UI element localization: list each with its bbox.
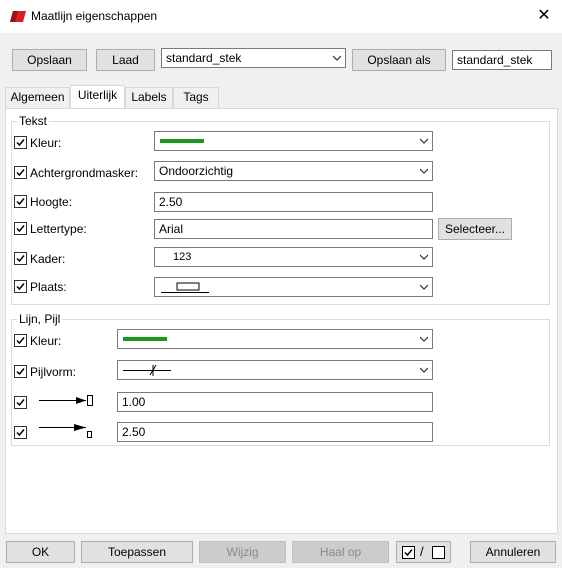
tick-arrow-icon bbox=[123, 364, 171, 376]
text-group-title: Tekst bbox=[17, 114, 50, 128]
change-button[interactable]: Wijzig bbox=[199, 541, 286, 563]
bgmask-label: Achtergrondmasker: bbox=[30, 166, 139, 180]
text-color-checkbox[interactable] bbox=[14, 136, 27, 149]
line-group-title: Lijn, Pijl bbox=[17, 312, 63, 326]
arrow-shape-checkbox[interactable] bbox=[14, 365, 27, 378]
font-label: Lettertype: bbox=[30, 222, 87, 236]
line-color-swatch bbox=[123, 337, 167, 341]
line-color-select[interactable] bbox=[117, 329, 433, 349]
line-color-checkbox[interactable] bbox=[14, 334, 27, 347]
arrow-size2-input[interactable]: 2.50 bbox=[117, 422, 433, 442]
chevron-down-icon bbox=[420, 168, 428, 174]
chevron-down-icon bbox=[420, 336, 428, 342]
check-icon bbox=[16, 225, 25, 233]
arrow-size1-checkbox[interactable] bbox=[14, 396, 27, 409]
arrow-shape-select[interactable] bbox=[117, 360, 433, 380]
frame-checkbox[interactable] bbox=[14, 252, 27, 265]
check-icon bbox=[16, 169, 25, 177]
save-as-input[interactable]: standard_stek bbox=[452, 50, 552, 70]
check-icon bbox=[16, 399, 25, 407]
text-color-label: Kleur: bbox=[30, 136, 62, 150]
check-icon bbox=[16, 337, 25, 345]
fetch-button[interactable]: Haal op bbox=[292, 541, 389, 563]
unchecked-box-icon bbox=[432, 546, 445, 559]
height-label: Hoogte: bbox=[30, 195, 73, 209]
check-icon bbox=[16, 368, 25, 376]
font-input[interactable]: Arial bbox=[154, 219, 433, 239]
check-icon bbox=[16, 255, 25, 263]
window-title: Maatlijn eigenschappen bbox=[31, 9, 158, 23]
text-color-select[interactable] bbox=[154, 131, 433, 151]
arrow-size2-checkbox[interactable] bbox=[14, 426, 27, 439]
check-icon bbox=[16, 283, 25, 291]
bgmask-checkbox[interactable] bbox=[14, 166, 27, 179]
text-color-swatch bbox=[160, 139, 204, 143]
arrow-length-icon bbox=[39, 395, 93, 406]
apply-button[interactable]: Toepassen bbox=[81, 541, 193, 563]
check-all-toggle-button[interactable]: / bbox=[396, 541, 451, 563]
font-checkbox[interactable] bbox=[14, 222, 27, 235]
place-select[interactable] bbox=[154, 277, 433, 297]
frame-select-value: 123 bbox=[173, 251, 192, 263]
bgmask-select[interactable]: Ondoorzichtig bbox=[154, 161, 433, 181]
app-icon bbox=[10, 10, 27, 23]
close-icon[interactable]: ✕ bbox=[534, 6, 554, 26]
chevron-down-icon bbox=[420, 367, 428, 373]
arrow-shape-label: Pijlvorm: bbox=[30, 365, 77, 379]
load-button[interactable]: Laad bbox=[96, 49, 155, 71]
bgmask-select-value: Ondoorzichtig bbox=[159, 164, 234, 178]
cancel-button[interactable]: Annuleren bbox=[470, 541, 556, 563]
arrow-size1-input[interactable]: 1.00 bbox=[117, 392, 433, 412]
place-label: Plaats: bbox=[30, 280, 67, 294]
text-above-line-icon bbox=[161, 282, 209, 293]
check-icon bbox=[16, 139, 25, 147]
save-button[interactable]: Opslaan bbox=[12, 49, 87, 71]
tab-tags[interactable]: Tags bbox=[173, 87, 219, 108]
height-checkbox[interactable] bbox=[14, 195, 27, 208]
toggle-separator: / bbox=[420, 544, 424, 559]
chevron-down-icon bbox=[420, 138, 428, 144]
frame-select[interactable]: 123 bbox=[154, 247, 433, 267]
chevron-down-icon bbox=[420, 254, 428, 260]
arrow-width-icon bbox=[39, 424, 92, 438]
check-icon bbox=[16, 198, 25, 206]
font-select-button[interactable]: Selecteer... bbox=[438, 218, 512, 240]
checked-box-icon bbox=[402, 546, 415, 559]
line-color-label: Kleur: bbox=[30, 334, 62, 348]
chevron-down-icon bbox=[333, 55, 341, 61]
frame-label: Kader: bbox=[30, 252, 66, 266]
tab-labels[interactable]: Labels bbox=[125, 87, 173, 108]
save-as-button[interactable]: Opslaan als bbox=[352, 49, 446, 71]
tab-algemeen[interactable]: Algemeen bbox=[5, 87, 70, 108]
height-input[interactable]: 2.50 bbox=[154, 192, 433, 212]
style-select-value: standard_stek bbox=[166, 51, 242, 65]
tab-uiterlijk[interactable]: Uiterlijk bbox=[70, 85, 125, 109]
style-select[interactable]: standard_stek bbox=[161, 48, 346, 68]
chevron-down-icon bbox=[420, 284, 428, 290]
place-checkbox[interactable] bbox=[14, 280, 27, 293]
check-icon bbox=[16, 429, 25, 437]
ok-button[interactable]: OK bbox=[6, 541, 75, 563]
